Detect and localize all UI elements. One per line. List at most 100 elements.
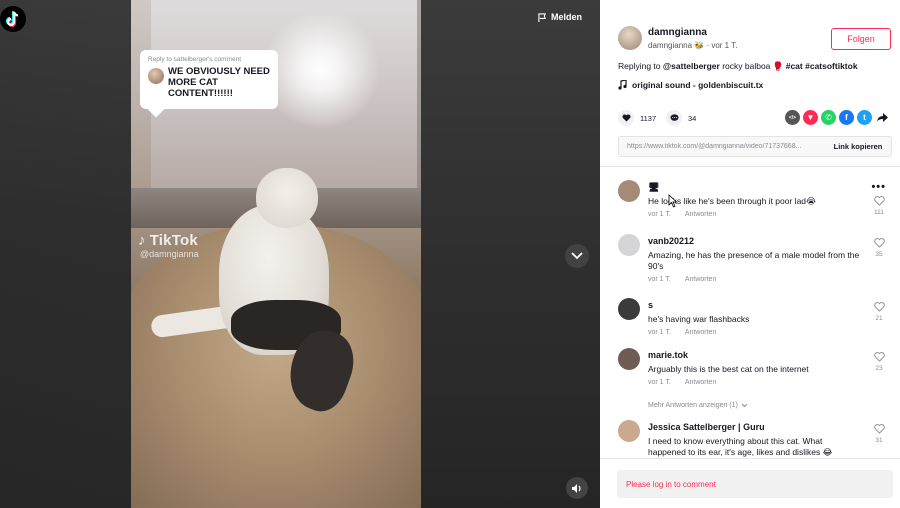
comment-meta: vor 1 T. Antworten xyxy=(648,276,716,283)
comment-text: Amazing, he has the presence of a male m… xyxy=(648,250,860,271)
heart-outline-icon xyxy=(873,196,885,206)
music-label: original sound - goldenbiscuit.tx xyxy=(632,80,764,90)
caption-mention[interactable]: @sattelberger xyxy=(663,61,720,71)
comment-text: Arguably this is the best cat on the int… xyxy=(648,364,809,374)
heart-outline-icon xyxy=(873,352,885,362)
comment-bubble-icon xyxy=(670,114,678,121)
comment-list[interactable]: ••• Mehr Antworten anzeigen (1) 🖥 He look… xyxy=(600,167,900,458)
watermark-brand: TikTok xyxy=(149,232,198,249)
heart-outline-icon xyxy=(873,424,885,434)
volume-button[interactable] xyxy=(566,477,588,499)
comment-meta: vor 1 T. Antworten xyxy=(648,379,716,386)
twitter-icon[interactable]: t xyxy=(857,110,872,125)
heart-outline-icon xyxy=(873,238,885,248)
login-to-comment-box[interactable]: Please log in to comment xyxy=(617,470,893,498)
comment-username[interactable]: Jessica Sattelberger | Guru xyxy=(648,422,765,432)
comment-like-count: 35 xyxy=(875,251,883,258)
comment-avatar[interactable] xyxy=(618,420,640,442)
comment-like-button[interactable]: 21 xyxy=(872,302,886,322)
speaker-icon xyxy=(572,483,581,493)
comment-username[interactable]: vanb20212 xyxy=(648,236,694,246)
login-prompt: Please log in to comment xyxy=(626,480,716,489)
comment-username[interactable]: s xyxy=(648,300,653,310)
reply-button[interactable]: Antworten xyxy=(685,329,717,336)
comment-like-button[interactable]: 35 xyxy=(872,238,886,258)
more-replies-button[interactable]: Mehr Antworten anzeigen (1) xyxy=(648,402,748,409)
comment-text: he's having war flashbacks xyxy=(648,314,750,324)
comment-like-button[interactable]: 31 xyxy=(872,424,886,444)
caption-text: rocky balboa 🥊 xyxy=(719,61,786,71)
music-note-icon xyxy=(618,80,627,90)
more-replies-label: Mehr Antworten anzeigen (1) xyxy=(648,402,738,409)
hashtag-cat[interactable]: #cat xyxy=(786,61,803,71)
comment-button[interactable]: 34 xyxy=(666,110,696,126)
comment-avatar[interactable] xyxy=(618,180,640,202)
reply-sticker-text: WE OBVIOUSLY NEED MORE CAT CONTENT!!!!!! xyxy=(168,66,270,99)
video-cat-head xyxy=(256,168,318,228)
author-username[interactable]: damngianna xyxy=(648,27,707,38)
comment-text: He looks like he's been through it poor … xyxy=(648,196,816,206)
tiktok-logo-icon[interactable] xyxy=(0,6,26,32)
comment-username[interactable]: marie.tok xyxy=(648,350,688,360)
comment-date: vor 1 T. xyxy=(648,329,671,336)
forward-share-icon[interactable] xyxy=(875,110,890,125)
watermark-note-icon: ♪ xyxy=(138,232,146,249)
video-blur-left xyxy=(0,0,131,508)
reply-button[interactable]: Antworten xyxy=(685,379,717,386)
comment-meta: vor 1 T. Antworten xyxy=(648,211,716,218)
reply-sticker-header: Reply to sattelberger's comment xyxy=(148,56,242,63)
comment-like-count: 31 xyxy=(875,437,883,444)
next-video-button[interactable] xyxy=(565,244,589,268)
heart-icon xyxy=(622,114,630,122)
like-button[interactable]: 1137 xyxy=(618,110,656,126)
engagement-row: 1137 34 </> ▼ ✆ f t xyxy=(618,110,890,126)
video-area[interactable]: Melden Reply to sattelberger's comment W… xyxy=(0,0,600,508)
reply-button[interactable]: Antworten xyxy=(685,211,717,218)
author-meta: damngianna 🐝 · vor 1 T. xyxy=(648,41,738,50)
comment-username[interactable]: 🖥 xyxy=(648,182,659,193)
comment-text: I need to know everything about this cat… xyxy=(648,436,833,457)
comment-like-button[interactable]: 23 xyxy=(872,352,886,372)
video-caption: Replying to @sattelberger rocky balboa 🥊… xyxy=(618,61,890,72)
comment-like-button[interactable]: 111 xyxy=(872,196,886,216)
reply-sticker: Reply to sattelberger's comment WE OBVIO… xyxy=(140,50,278,118)
embed-icon[interactable]: </> xyxy=(785,110,800,125)
follow-button[interactable]: Folgen xyxy=(831,28,891,50)
comment-date: vor 1 T. xyxy=(648,379,671,386)
mouse-cursor-icon xyxy=(668,194,678,208)
video-link[interactable]: https://www.tiktok.com/@damngianna/video… xyxy=(627,143,823,150)
comment-like-count: 111 xyxy=(874,209,884,216)
send-icon[interactable]: ▼ xyxy=(803,110,818,125)
comment-avatar[interactable] xyxy=(618,234,640,256)
share-icons: </> ▼ ✆ f t xyxy=(785,110,890,125)
comment-like-count: 23 xyxy=(875,365,883,372)
side-panel: damngianna damngianna 🐝 · vor 1 T. Folge… xyxy=(600,0,900,508)
music-link[interactable]: original sound - goldenbiscuit.tx xyxy=(618,80,763,90)
comment-date: vor 1 T. xyxy=(648,276,671,283)
heart-outline-icon xyxy=(873,302,885,312)
report-label: Melden xyxy=(550,12,582,22)
link-box: https://www.tiktok.com/@damngianna/video… xyxy=(618,136,892,157)
comment-avatar[interactable] xyxy=(618,348,640,370)
facebook-icon[interactable]: f xyxy=(839,110,854,125)
author-avatar[interactable] xyxy=(618,26,642,50)
comment-count: 34 xyxy=(688,113,697,123)
comment-avatar[interactable] xyxy=(618,298,640,320)
report-button[interactable]: Melden xyxy=(531,6,589,28)
footer-divider xyxy=(600,458,900,459)
like-count: 1137 xyxy=(640,113,657,123)
copy-link-button[interactable]: Link kopieren xyxy=(825,137,891,156)
watermark-username: @damngianna xyxy=(140,249,199,259)
reply-button[interactable]: Antworten xyxy=(685,276,717,283)
comment-date: vor 1 T. xyxy=(648,211,671,218)
caption-prefix: Replying to xyxy=(618,61,663,71)
more-options-icon[interactable]: ••• xyxy=(871,181,886,193)
whatsapp-icon[interactable]: ✆ xyxy=(821,110,836,125)
comment-meta: vor 1 T. Antworten xyxy=(648,329,716,336)
flag-icon xyxy=(538,12,546,22)
chevron-down-icon xyxy=(741,403,748,408)
hashtag-catsoftiktok[interactable]: #catsoftiktok xyxy=(805,61,857,71)
chevron-down-icon xyxy=(571,252,583,260)
reply-sticker-avatar xyxy=(148,68,164,84)
comment-like-count: 21 xyxy=(875,315,883,322)
